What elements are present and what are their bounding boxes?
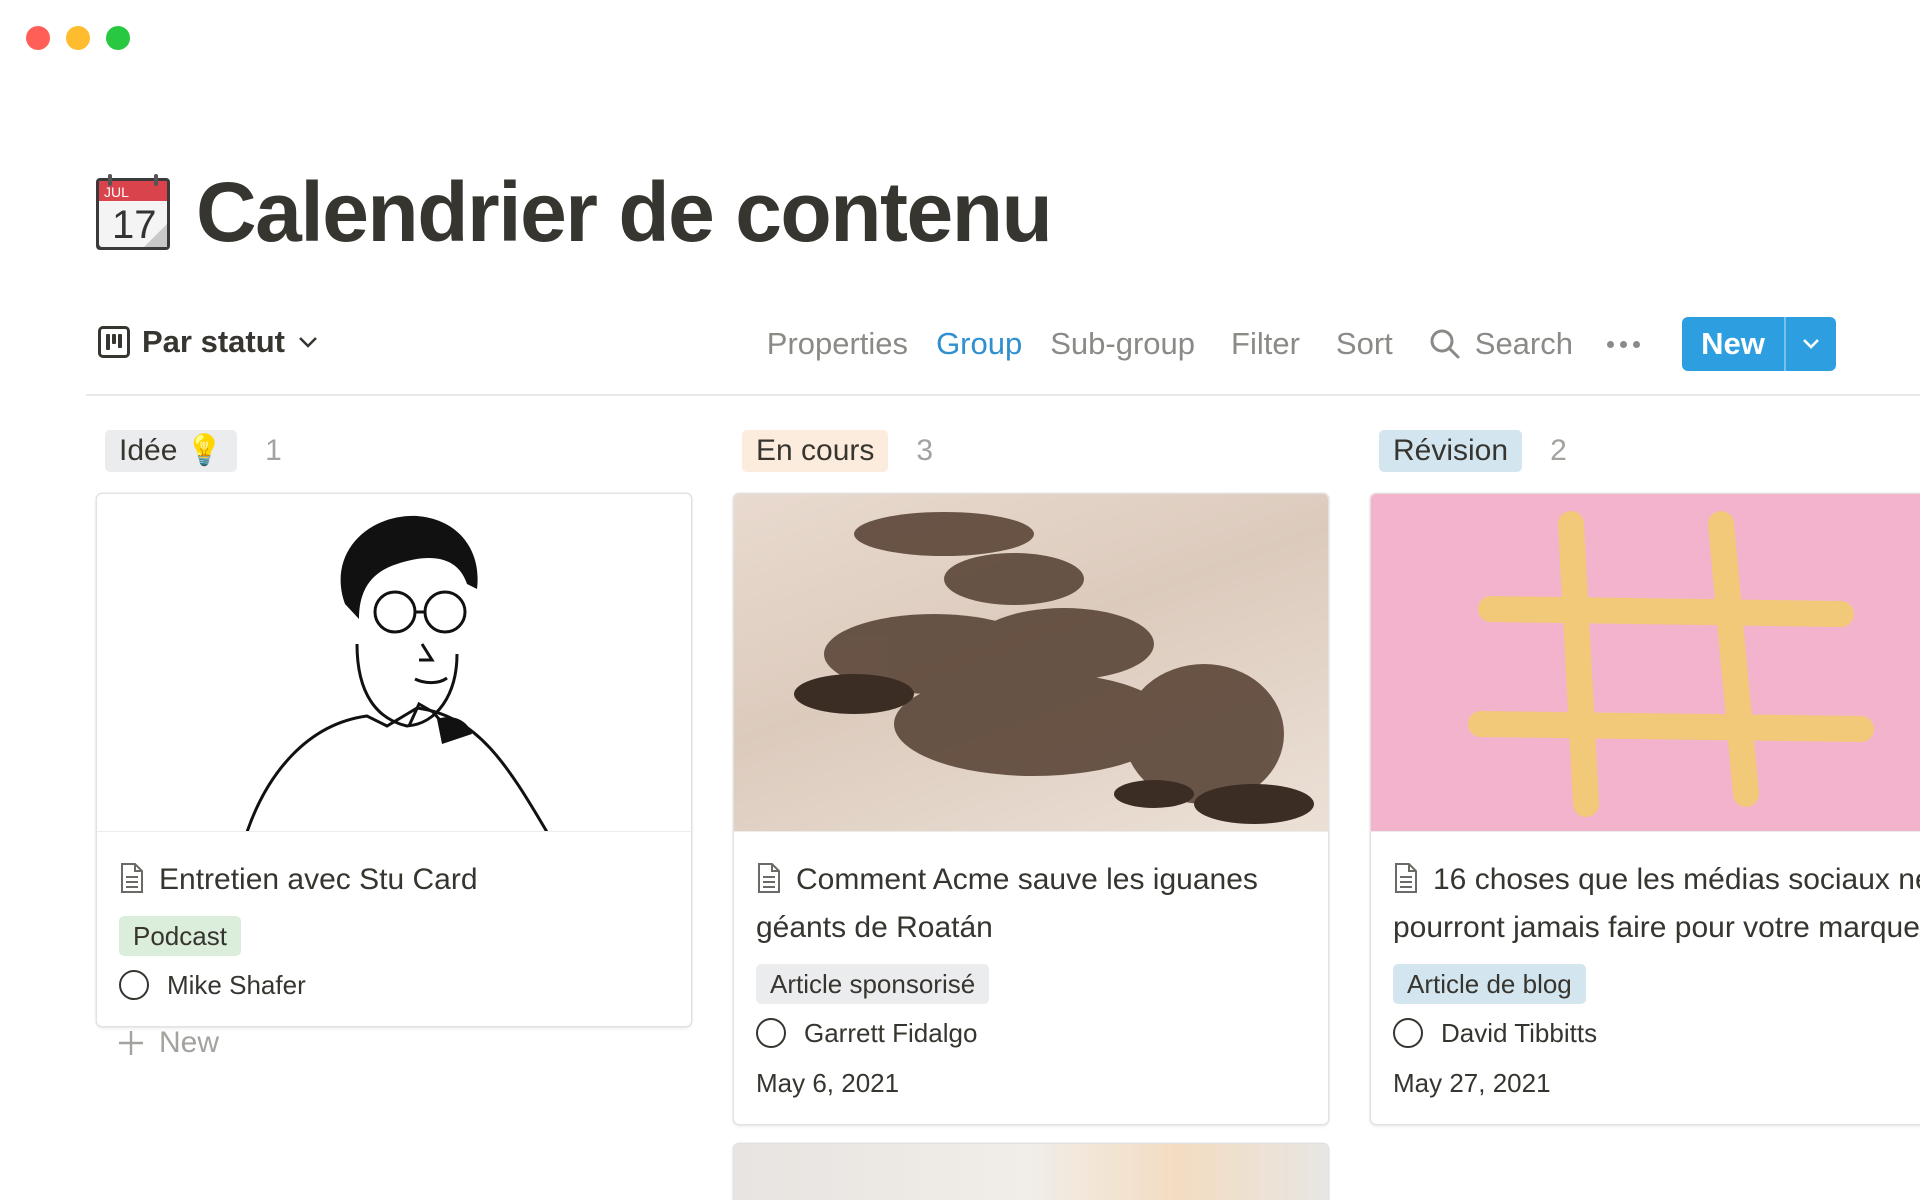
card-title[interactable]: 16 choses que les médias sociaux ne pour… (1393, 856, 1920, 952)
column-count: 3 (916, 434, 934, 467)
search-button[interactable]: Search (1429, 326, 1573, 362)
assignee-name: Garrett Fidalgo (804, 1018, 978, 1048)
column-idee: Idée 💡 1 Entretien avec Stu Card Podcast… (97, 430, 691, 1059)
column-header[interactable]: Révision 2 (1379, 430, 1920, 472)
card-cover-illustration (97, 494, 691, 832)
assignee: David Tibbitts (1393, 1014, 1920, 1052)
new-button-label[interactable]: New (1682, 317, 1784, 371)
card-cover-iguanas (734, 494, 1328, 832)
calendar-month: JUL (104, 184, 129, 200)
column-en-cours: En cours 3 Comment Acme sauve les iguane… (734, 430, 1328, 1200)
more-options-icon[interactable] (1607, 340, 1640, 348)
page-icon (758, 863, 780, 893)
minimize-window-button[interactable] (66, 26, 90, 50)
publish-date: May 27, 2021 (1393, 1068, 1551, 1098)
assignee: Mike Shafer (119, 966, 669, 1004)
group-button[interactable]: Group (936, 326, 1022, 362)
lightbulb-icon: 💡 (185, 434, 224, 467)
view-selector[interactable]: Par statut (98, 324, 319, 360)
publish-date: May 6, 2021 (756, 1068, 900, 1098)
card-title[interactable]: Entretien avec Stu Card (119, 856, 669, 904)
board-card[interactable] (734, 1144, 1328, 1200)
status-tag-idee: Idée 💡 (105, 430, 238, 472)
avatar (1393, 1018, 1423, 1048)
page-header: JUL 17 Calendrier de contenu (94, 170, 1053, 254)
assignee-name: David Tibbitts (1441, 1018, 1598, 1048)
filter-button[interactable]: Filter (1231, 326, 1300, 362)
board-icon (98, 326, 130, 358)
board-card[interactable]: Comment Acme sauve les iguanes géants de… (734, 494, 1328, 1124)
card-cover-hashtag (1371, 494, 1920, 832)
avatar (756, 1018, 786, 1048)
calendar-day: 17 (112, 203, 157, 247)
toolbar-actions: Properties Group Sub-group Filter Sort S… (731, 316, 1836, 372)
maximize-window-button[interactable] (106, 26, 130, 50)
page-icon (121, 863, 143, 893)
page-icon (1395, 863, 1417, 893)
column-count: 1 (265, 434, 282, 467)
window-controls (26, 26, 130, 50)
card-cover (734, 1144, 1328, 1200)
assignee-name: Mike Shafer (167, 970, 306, 1000)
status-tag-en-cours: En cours (742, 430, 889, 472)
column-header[interactable]: En cours 3 (742, 430, 1328, 472)
column-revision: Révision 2 16 choses que les médias soci… (1371, 430, 1920, 1124)
view-label: Par statut (142, 324, 285, 359)
add-new-card-button[interactable]: New (117, 1026, 219, 1060)
search-label: Search (1474, 326, 1573, 361)
new-button[interactable]: New (1682, 317, 1836, 371)
close-window-button[interactable] (26, 26, 50, 50)
board-card[interactable]: 16 choses que les médias sociaux ne pour… (1371, 494, 1920, 1124)
subgroup-button[interactable]: Sub-group (1050, 326, 1195, 362)
status-tag-revision: Révision (1379, 430, 1523, 472)
page-title[interactable]: Calendrier de contenu (196, 170, 1053, 254)
column-count: 2 (1550, 434, 1567, 467)
content-type-tag: Article sponsorisé (756, 964, 990, 1004)
properties-button[interactable]: Properties (767, 326, 908, 362)
column-header[interactable]: Idée 💡 1 (105, 430, 691, 472)
chevron-down-icon (1803, 339, 1819, 349)
search-icon (1430, 329, 1460, 359)
calendar-icon[interactable]: JUL 17 (94, 172, 172, 252)
database-toolbar: Par statut Properties Group Sub-group Fi… (86, 316, 1920, 396)
sort-button[interactable]: Sort (1336, 326, 1393, 362)
card-title[interactable]: Comment Acme sauve les iguanes géants de… (756, 856, 1306, 952)
new-dropdown-button[interactable] (1784, 317, 1836, 371)
board-card[interactable]: Entretien avec Stu Card Podcast Mike Sha… (97, 494, 691, 1026)
plus-icon (119, 1031, 143, 1055)
avatar (119, 970, 149, 1000)
chevron-down-icon (299, 337, 317, 348)
content-type-tag: Article de blog (1393, 964, 1586, 1004)
content-type-tag: Podcast (119, 916, 241, 956)
assignee: Garrett Fidalgo (756, 1014, 1306, 1052)
